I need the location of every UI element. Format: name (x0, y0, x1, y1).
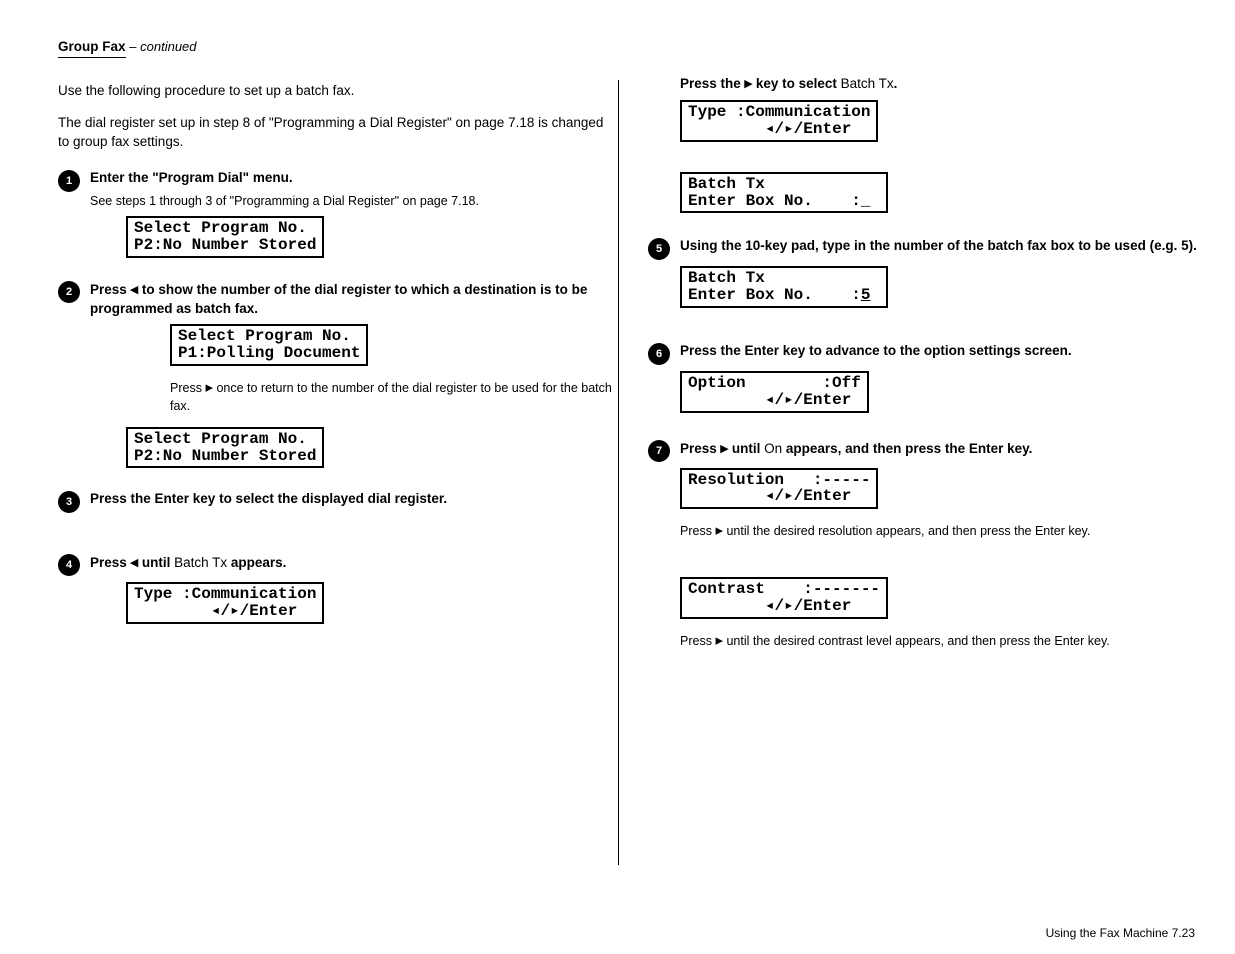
step-3-title: Press the Enter key to select the displa… (90, 490, 613, 508)
intro-text-2: The dial register set up in step 8 of "P… (58, 114, 613, 150)
left-arrow-icon (131, 282, 139, 297)
step-2: 2 Press to show the number of the dial r… (58, 280, 613, 318)
lcd-screen: Resolution :----- ◂/▸/Enter (680, 468, 878, 510)
right-arrow-icon (715, 524, 723, 538)
right-arrow-icon (205, 381, 213, 395)
intro-text-1: Use the following procedure to set up a … (58, 82, 613, 100)
step-6: 6 Press the Enter key to advance to the … (648, 342, 1198, 365)
lcd-screen: Select Program No.P2:No Number Stored (126, 427, 324, 469)
step-3: 3 Press the Enter key to select the disp… (58, 490, 613, 513)
step-5: 5 Using the 10-key pad, type in the numb… (648, 237, 1198, 260)
step-number-2: 2 (58, 281, 80, 303)
step-4b-title: Press the key to select Batch Tx. (680, 74, 1198, 94)
lcd-screen: Batch Tx Enter Box No. :_ (680, 172, 888, 214)
column-divider (618, 80, 619, 865)
left-arrow-icon (131, 555, 139, 570)
step-5-title: Using the 10-key pad, type in the number… (680, 237, 1198, 255)
step-2-title: Press to show the number of the dial reg… (90, 280, 613, 318)
step-7-extra: Press until the desired resolution appea… (680, 521, 1198, 541)
right-arrow-icon (745, 76, 753, 91)
step-number-6: 6 (648, 343, 670, 365)
step-2-extra: Press once to return to the number of th… (170, 378, 613, 415)
step-1-title: Enter the "Program Dial" menu. (90, 169, 613, 187)
lcd-screen: Batch Tx Enter Box No. :5 (680, 266, 888, 308)
lcd-screen: Select Program No.P1:Polling Document (170, 324, 368, 366)
lcd-screen: Type :Communication ◂/▸/Enter (680, 100, 878, 142)
step-4-title: Press until Batch Tx appears. (90, 553, 613, 573)
step-1-desc: See steps 1 through 3 of "Programming a … (90, 193, 613, 210)
step-7-title: Press until On appears, and then press t… (680, 439, 1198, 459)
lcd-screen: Type :Communication ◂/▸/Enter (126, 582, 324, 624)
right-arrow-icon (715, 634, 723, 648)
step-1: 1 Enter the "Program Dial" menu. See ste… (58, 169, 613, 210)
lcd-screen: Option :Off ◂/▸/Enter (680, 371, 869, 413)
page-footer: Using the Fax Machine 7.23 (1046, 926, 1195, 940)
step-4: 4 Press until Batch Tx appears. (58, 553, 613, 576)
step-number-5: 5 (648, 238, 670, 260)
right-arrow-icon (721, 441, 729, 456)
contrast-extra: Press until the desired contrast level a… (680, 631, 1198, 651)
step-number-1: 1 (58, 170, 80, 192)
lcd-screen: Contrast :------- ◂/▸/Enter (680, 577, 888, 619)
section-title: Group Fax – continued (58, 38, 613, 58)
lcd-screen: Select Program No.P2:No Number Stored (126, 216, 324, 258)
step-number-3: 3 (58, 491, 80, 513)
step-6-title: Press the Enter key to advance to the op… (680, 342, 1198, 360)
step-7: 7 Press until On appears, and then press… (648, 439, 1198, 462)
step-number-7: 7 (648, 440, 670, 462)
step-number-4: 4 (58, 554, 80, 576)
